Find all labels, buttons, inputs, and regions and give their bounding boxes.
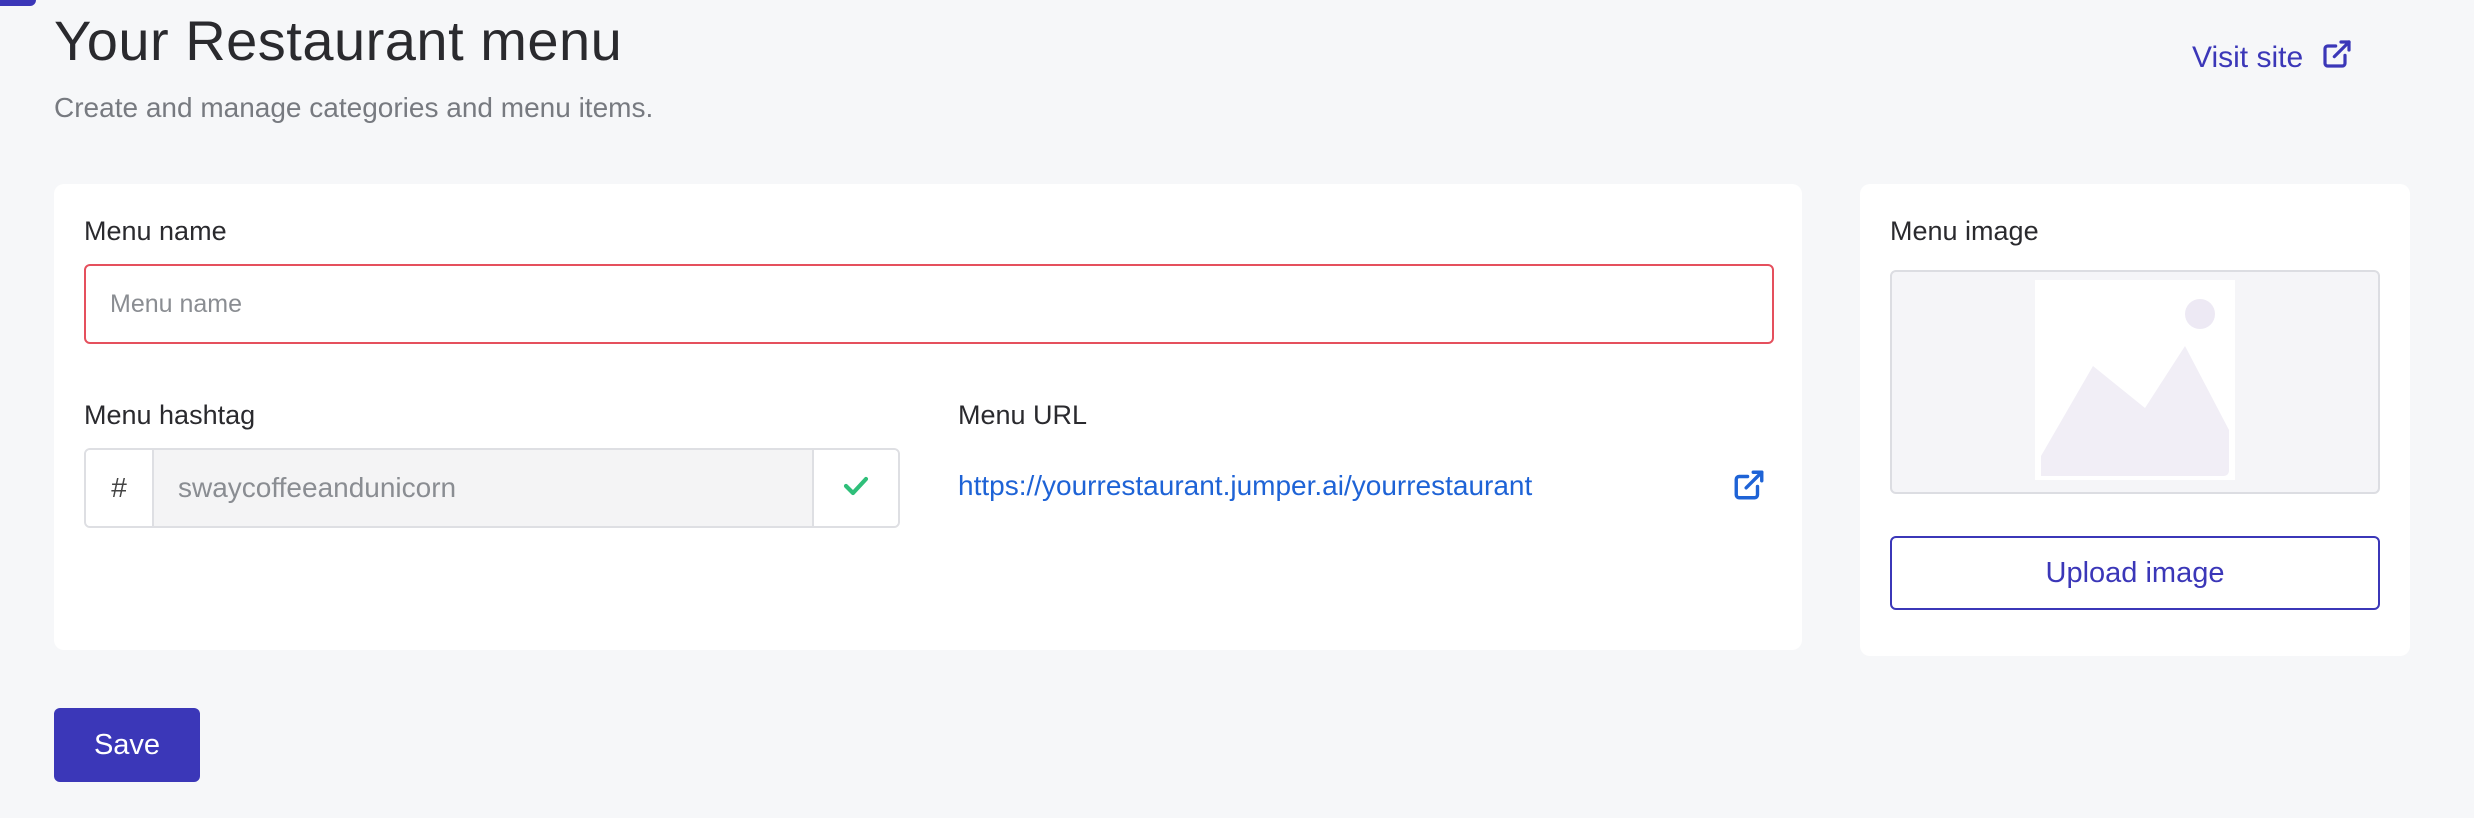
save-button[interactable]: Save bbox=[54, 708, 200, 782]
menu-image-label: Menu image bbox=[1890, 216, 2039, 246]
page-subtitle: Create and manage categories and menu it… bbox=[54, 92, 654, 123]
external-link-icon bbox=[2321, 38, 2353, 78]
page-title: Your Restaurant menu bbox=[54, 9, 623, 72]
menu-hashtag-input[interactable]: swaycoffeeandunicorn bbox=[154, 450, 812, 526]
external-link-icon[interactable] bbox=[1732, 468, 1766, 507]
visit-site-link[interactable]: Visit site bbox=[2192, 38, 2353, 78]
menu-name-label: Menu name bbox=[84, 216, 227, 246]
upload-image-button[interactable]: Upload image bbox=[1890, 536, 2380, 610]
visit-site-label: Visit site bbox=[2192, 41, 2304, 74]
hashtag-prefix: # bbox=[86, 450, 154, 526]
menu-name-input[interactable] bbox=[84, 264, 1774, 344]
check-icon bbox=[843, 475, 869, 502]
menu-url-label: Menu URL bbox=[958, 400, 1088, 430]
menu-image-card: Menu image Upload image bbox=[1860, 184, 2410, 656]
hashtag-status bbox=[812, 450, 898, 526]
corner-accent bbox=[0, 0, 36, 6]
image-placeholder-icon bbox=[2035, 279, 2235, 485]
menu-hashtag-field: # swaycoffeeandunicorn bbox=[84, 448, 900, 528]
menu-details-card: Menu name Menu hashtag # swaycoffeeandun… bbox=[54, 184, 1802, 650]
menu-url-link[interactable]: https://yourrestaurant.jumper.ai/yourres… bbox=[958, 470, 1532, 502]
menu-hashtag-label: Menu hashtag bbox=[84, 400, 256, 430]
menu-image-preview bbox=[1890, 270, 2380, 494]
